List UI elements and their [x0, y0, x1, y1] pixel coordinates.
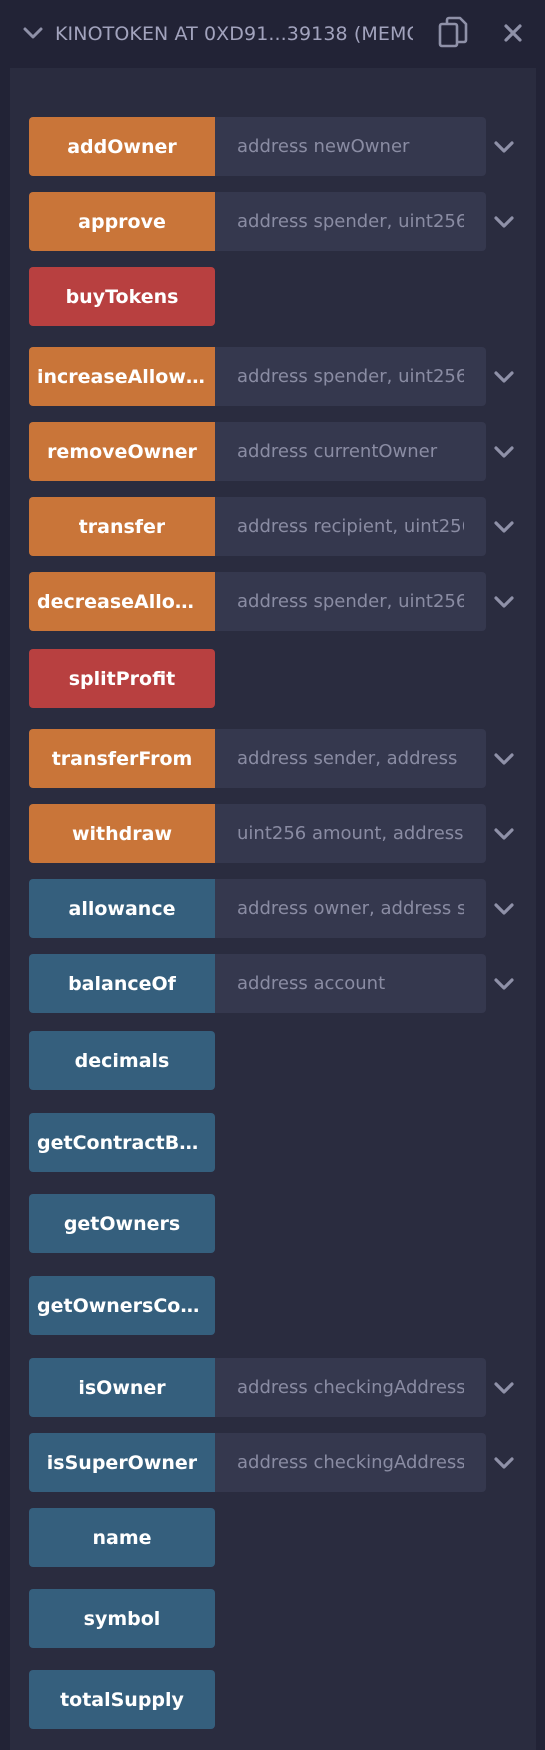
function-label: decimals — [74, 1049, 170, 1072]
decreaseAllowance-args-input[interactable] — [215, 572, 486, 631]
contract-title: KINOTOKEN AT 0XD91...39138 (MEMORY) — [55, 23, 413, 45]
chevron-down-icon[interactable] — [492, 210, 516, 234]
function-row-addOwner: addOwner — [29, 117, 529, 176]
allowance-button[interactable]: allowance — [29, 879, 215, 938]
function-row-splitProfit: splitProfit — [29, 649, 529, 708]
function-label: balanceOf — [68, 972, 176, 995]
function-row-getOwners: getOwners — [29, 1194, 529, 1253]
function-row-removeOwner: removeOwner — [29, 422, 529, 481]
contract-header: KINOTOKEN AT 0XD91...39138 (MEMORY) — [0, 0, 545, 68]
chevron-down-icon[interactable] — [492, 972, 516, 996]
addOwner-args-input[interactable] — [215, 117, 486, 176]
balanceOf-args-input[interactable] — [215, 954, 486, 1013]
transfer-args-input[interactable] — [215, 497, 486, 556]
function-label: getOwnersCount — [37, 1294, 207, 1317]
close-icon[interactable] — [502, 22, 524, 44]
function-row-symbol: symbol — [29, 1589, 529, 1648]
symbol-button[interactable]: symbol — [29, 1589, 215, 1648]
function-row-isOwner: isOwner — [29, 1358, 529, 1417]
function-row-transferFrom: transferFrom — [29, 729, 529, 788]
function-label: transferFrom — [51, 747, 193, 770]
chevron-down-icon[interactable] — [22, 22, 44, 44]
getOwnersCount-button[interactable]: getOwnersCount — [29, 1276, 215, 1335]
function-row-buyTokens: buyTokens — [29, 267, 529, 326]
function-row-balanceOf: balanceOf — [29, 954, 529, 1013]
function-row-transfer: transfer — [29, 497, 529, 556]
allowance-args-input[interactable] — [215, 879, 486, 938]
isOwner-button[interactable]: isOwner — [29, 1358, 215, 1417]
getOwners-button[interactable]: getOwners — [29, 1194, 215, 1253]
function-row-getContractBalance: getContractBalance — [29, 1113, 529, 1172]
decreaseAllowance-button[interactable]: decreaseAllowance — [29, 572, 215, 631]
function-label: getOwners — [63, 1212, 181, 1235]
function-label: symbol — [83, 1607, 161, 1630]
transfer-button[interactable]: transfer — [29, 497, 215, 556]
chevron-down-icon[interactable] — [492, 440, 516, 464]
function-row-name: name — [29, 1508, 529, 1567]
withdraw-button[interactable]: withdraw — [29, 804, 215, 863]
chevron-down-icon[interactable] — [492, 365, 516, 389]
splitProfit-button[interactable]: splitProfit — [29, 649, 215, 708]
increaseAllowance-button[interactable]: increaseAllowance — [29, 347, 215, 406]
isSuperOwner-button[interactable]: isSuperOwner — [29, 1433, 215, 1492]
function-label: withdraw — [71, 822, 173, 845]
function-label: allowance — [68, 897, 176, 920]
chevron-down-icon[interactable] — [492, 515, 516, 539]
copy-icon[interactable] — [438, 16, 468, 50]
chevron-down-icon[interactable] — [492, 1376, 516, 1400]
function-label: increaseAllowance — [37, 365, 207, 388]
function-row-withdraw: withdraw — [29, 804, 529, 863]
chevron-down-icon[interactable] — [492, 897, 516, 921]
transferFrom-button[interactable]: transferFrom — [29, 729, 215, 788]
getContractBalance-button[interactable]: getContractBalance — [29, 1113, 215, 1172]
buyTokens-button[interactable]: buyTokens — [29, 267, 215, 326]
function-label: removeOwner — [47, 440, 197, 463]
approve-button[interactable]: approve — [29, 192, 215, 251]
balanceOf-button[interactable]: balanceOf — [29, 954, 215, 1013]
chevron-down-icon[interactable] — [492, 822, 516, 846]
increaseAllowance-args-input[interactable] — [215, 347, 486, 406]
approve-args-input[interactable] — [215, 192, 486, 251]
function-label: splitProfit — [68, 667, 176, 690]
totalSupply-button[interactable]: totalSupply — [29, 1670, 215, 1729]
function-row-isSuperOwner: isSuperOwner — [29, 1433, 529, 1492]
function-row-allowance: allowance — [29, 879, 529, 938]
function-label: buyTokens — [65, 285, 179, 308]
chevron-down-icon[interactable] — [492, 590, 516, 614]
function-label: transfer — [78, 515, 166, 538]
removeOwner-args-input[interactable] — [215, 422, 486, 481]
function-label: totalSupply — [60, 1688, 184, 1711]
function-row-approve: approve — [29, 192, 529, 251]
function-label: decreaseAllowance — [37, 590, 207, 613]
function-row-increaseAllowance: increaseAllowance — [29, 347, 529, 406]
function-row-getOwnersCount: getOwnersCount — [29, 1276, 529, 1335]
addOwner-button[interactable]: addOwner — [29, 117, 215, 176]
function-label: getContractBalance — [37, 1131, 207, 1154]
decimals-button[interactable]: decimals — [29, 1031, 215, 1090]
chevron-down-icon[interactable] — [492, 1451, 516, 1475]
function-label: isSuperOwner — [46, 1451, 198, 1474]
isOwner-args-input[interactable] — [215, 1358, 486, 1417]
function-row-totalSupply: totalSupply — [29, 1670, 529, 1729]
transferFrom-args-input[interactable] — [215, 729, 486, 788]
name-button[interactable]: name — [29, 1508, 215, 1567]
chevron-down-icon[interactable] — [492, 747, 516, 771]
isSuperOwner-args-input[interactable] — [215, 1433, 486, 1492]
withdraw-args-input[interactable] — [215, 804, 486, 863]
function-label: name — [92, 1526, 152, 1549]
function-row-decreaseAllowance: decreaseAllowance — [29, 572, 529, 631]
function-label: addOwner — [67, 135, 177, 158]
function-row-decimals: decimals — [29, 1031, 529, 1090]
function-label: isOwner — [78, 1376, 166, 1399]
function-label: approve — [78, 210, 166, 233]
chevron-down-icon[interactable] — [492, 135, 516, 159]
removeOwner-button[interactable]: removeOwner — [29, 422, 215, 481]
